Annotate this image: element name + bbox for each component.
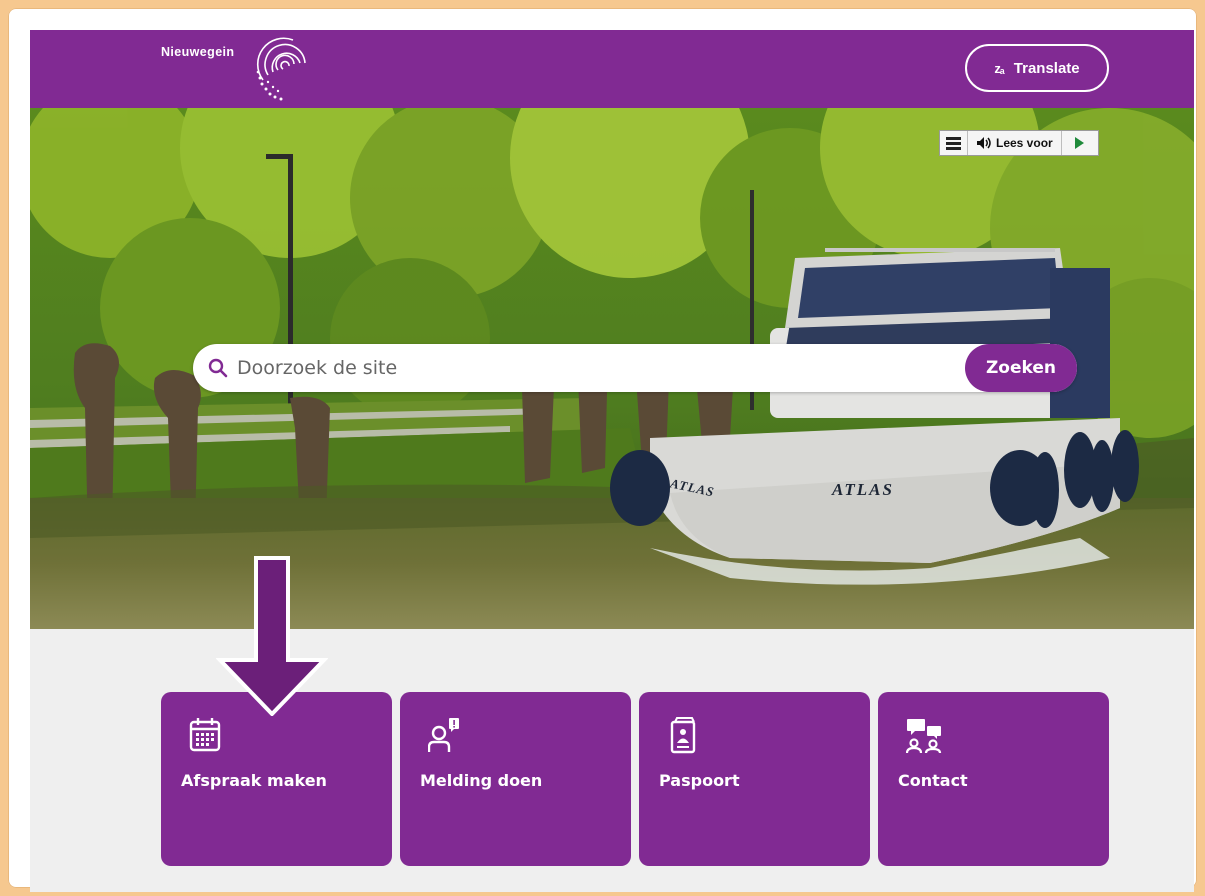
hero-section: ATLAS ATLAS Lees voor Doorzoek de site Z… — [30, 108, 1194, 629]
search-icon — [208, 358, 228, 378]
website: Nieuwegein zₐ Translate ATLAS ATLAS Lees… — [30, 30, 1194, 892]
play-icon[interactable] — [1062, 131, 1098, 155]
search-bar: Zoeken — [193, 344, 1077, 392]
contact-chat-icon — [906, 719, 942, 754]
tile-label: Afspraak maken — [181, 771, 327, 790]
brand-name[interactable]: Nieuwegein — [161, 45, 234, 59]
tile-paspoort[interactable]: Paspoort — [639, 692, 870, 866]
tile-label: Paspoort — [659, 771, 740, 790]
screenshot-frame: Nieuwegein zₐ Translate ATLAS ATLAS Lees… — [8, 8, 1197, 892]
translate-button[interactable]: zₐ Translate — [965, 44, 1109, 92]
calendar-icon — [189, 718, 221, 752]
translate-label: Translate — [1013, 59, 1080, 77]
read-aloud-button[interactable]: Lees voor — [968, 131, 1062, 155]
tile-melding-doen[interactable]: Melding doen — [400, 692, 631, 866]
hamburger-icon[interactable] — [940, 131, 968, 155]
translate-icon: zₐ — [994, 60, 1004, 76]
passport-icon — [670, 717, 696, 754]
quick-links: Afspraak maken Melding doen Paspoort Con… — [161, 692, 1109, 866]
speaker-icon — [977, 137, 991, 149]
site-header: Nieuwegein zₐ Translate — [30, 30, 1194, 108]
tile-afspraak-maken[interactable]: Afspraak maken — [161, 692, 392, 866]
person-report-icon — [428, 718, 459, 752]
boat-name-text: ATLAS — [832, 480, 894, 499]
search-input[interactable] — [237, 344, 957, 392]
nieuwegein-logo-icon[interactable] — [250, 34, 312, 104]
read-aloud-label: Lees voor — [996, 136, 1053, 150]
tile-label: Melding doen — [420, 771, 543, 790]
down-arrow-icon — [216, 556, 328, 716]
readspeaker-bar: Lees voor — [939, 130, 1099, 156]
tile-contact[interactable]: Contact — [878, 692, 1109, 866]
tile-label: Contact — [898, 771, 968, 790]
search-button[interactable]: Zoeken — [965, 344, 1077, 392]
